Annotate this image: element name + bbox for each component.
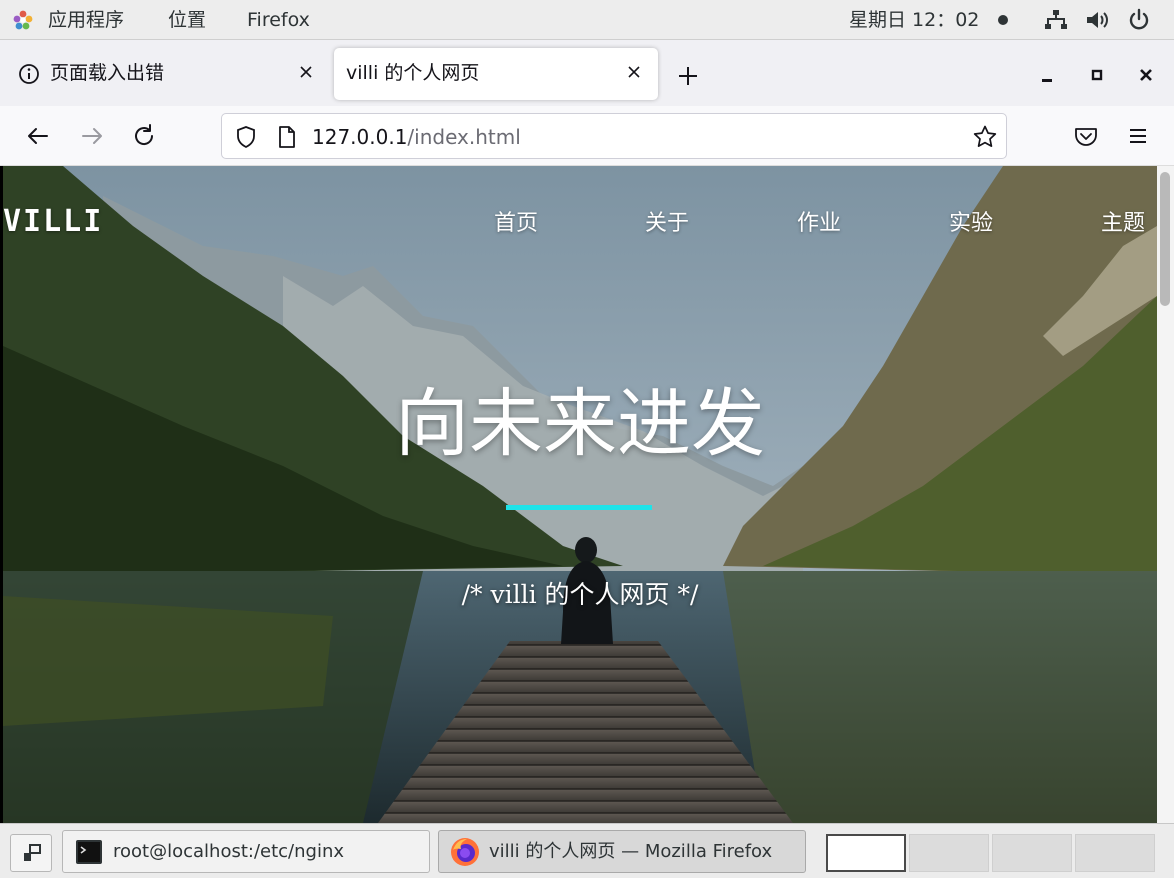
close-tab-icon[interactable] [622, 60, 646, 84]
navigation-toolbar: 127.0.0.1/index.html [0, 106, 1174, 166]
tab-label: villi 的个人网页 [346, 62, 480, 84]
clock[interactable]: 星期日 12：02 [849, 7, 979, 33]
workspace-3[interactable] [992, 834, 1072, 872]
show-desktop-button[interactable] [10, 834, 52, 872]
pocket-icon[interactable] [1072, 122, 1100, 150]
page-viewport: VILLI 首页 关于 作业 实验 主题 向未来进发 /* villi 的个人网… [3, 166, 1157, 823]
network-icon[interactable] [1044, 9, 1068, 31]
taskbar-item-terminal[interactable]: root@localhost:/etc/nginx [62, 830, 430, 873]
reload-icon[interactable] [130, 122, 158, 150]
hero-background-image [3, 166, 1157, 823]
nav-link-homework[interactable]: 作业 [797, 209, 841, 239]
forward-icon[interactable] [78, 122, 106, 150]
tab-villi-homepage[interactable]: villi 的个人网页 [334, 48, 658, 100]
tab-strip: 页面载入出错 villi 的个人网页 [0, 40, 1174, 106]
nav-link-about[interactable]: 关于 [645, 209, 689, 239]
tab-load-error[interactable]: 页面载入出错 [4, 48, 328, 100]
bottom-taskbar: root@localhost:/etc/nginx villi 的个人网页 — … [0, 823, 1174, 878]
nav-link-experiments[interactable]: 实验 [949, 209, 993, 239]
taskbar-item-label: root@localhost:/etc/nginx [113, 841, 345, 862]
places-menu[interactable]: 位置 [168, 7, 206, 33]
back-icon[interactable] [24, 122, 52, 150]
taskbar-item-firefox[interactable]: villi 的个人网页 — Mozilla Firefox [438, 830, 806, 873]
menu-icon[interactable] [1124, 122, 1152, 150]
nav-link-home[interactable]: 首页 [494, 209, 538, 239]
terminal-icon [76, 840, 102, 864]
power-icon[interactable] [1127, 8, 1151, 32]
firefox-icon [451, 838, 479, 866]
new-tab-icon[interactable] [674, 62, 702, 90]
workspace-4[interactable] [1075, 834, 1155, 872]
hero-title: 向未来进发 [395, 381, 765, 467]
active-app-menu[interactable]: Firefox [247, 7, 310, 33]
url-path: /index.html [407, 125, 521, 149]
volume-icon[interactable] [1085, 9, 1111, 31]
close-tab-icon[interactable] [294, 60, 318, 84]
scrollbar-thumb[interactable] [1160, 172, 1170, 306]
minimize-icon[interactable] [1034, 62, 1060, 88]
show-desktop-icon [24, 844, 41, 861]
apps-menu-icon [13, 10, 33, 30]
workspace-1[interactable] [826, 834, 906, 872]
shield-icon[interactable] [234, 125, 258, 149]
url-text[interactable]: 127.0.0.1/index.html [312, 124, 521, 150]
url-bar[interactable]: 127.0.0.1/index.html [221, 113, 1007, 159]
taskbar-item-label: villi 的个人网页 — Mozilla Firefox [489, 841, 773, 862]
close-window-icon[interactable] [1133, 62, 1159, 88]
site-logo[interactable]: VILLI [3, 204, 103, 239]
notification-dot-icon [998, 15, 1008, 25]
page-icon[interactable] [276, 125, 298, 149]
hero-accent-line [506, 505, 652, 510]
tab-label: 页面载入出错 [50, 62, 165, 84]
info-icon [19, 64, 39, 84]
maximize-icon[interactable] [1084, 62, 1110, 88]
hero-subtitle: /* villi 的个人网页 */ [461, 580, 699, 609]
workspace-2[interactable] [909, 834, 989, 872]
nav-link-themes[interactable]: 主题 [1101, 209, 1145, 239]
url-host: 127.0.0.1 [312, 125, 408, 149]
applications-menu[interactable]: 应用程序 [48, 7, 124, 33]
gnome-top-bar: 应用程序 位置 Firefox 星期日 12：02 [0, 0, 1174, 40]
bookmark-star-icon[interactable] [972, 124, 998, 150]
